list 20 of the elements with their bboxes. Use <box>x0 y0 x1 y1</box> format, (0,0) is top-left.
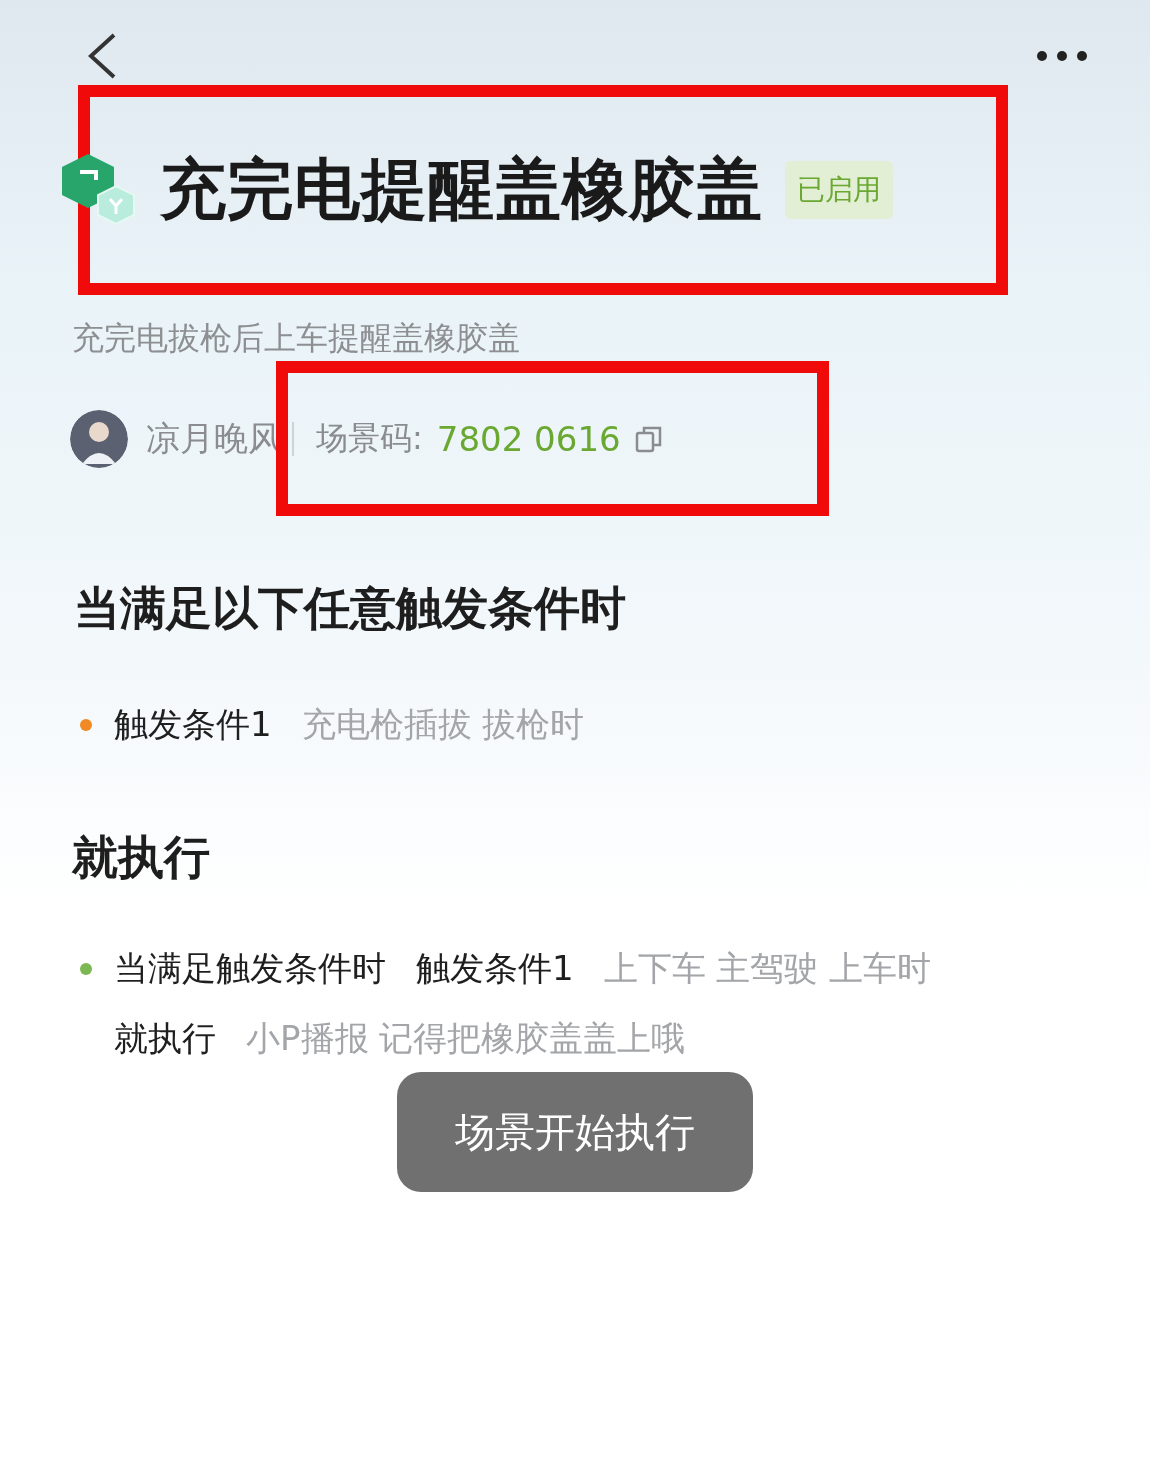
condition-value: 小P播报 记得把橡胶盖盖上哦 <box>246 1017 686 1060</box>
toast-message: 场景开始执行 <box>397 1072 753 1192</box>
condition-label: 触发条件1 <box>114 703 272 746</box>
scene-description: 充完电拔枪后上车提醒盖橡胶盖 <box>72 318 521 359</box>
condition-value: 上下车 主驾驶 上车时 <box>603 947 932 990</box>
condition-label: 就执行 <box>114 1017 216 1060</box>
scene-code: 7802 0616 <box>436 418 621 459</box>
condition-value: 充电枪插拔 拔枪时 <box>301 703 585 746</box>
copy-icon[interactable] <box>634 424 663 453</box>
scene-icon <box>60 152 138 228</box>
section-heading: 当满足以下任意触发条件时 <box>74 580 627 637</box>
more-icon[interactable] <box>1036 50 1088 62</box>
scene-code-label: 场景码: <box>316 417 423 459</box>
status-badge: 已启用 <box>785 161 893 219</box>
condition-label: 触发条件1 <box>416 947 574 990</box>
condition-label: 当满足触发条件时 <box>114 947 386 990</box>
avatar[interactable] <box>70 409 128 468</box>
scene-title: 充完电提醒盖橡胶盖 <box>160 150 763 230</box>
back-icon[interactable] <box>86 32 118 80</box>
section-heading: 就执行 <box>72 829 211 886</box>
